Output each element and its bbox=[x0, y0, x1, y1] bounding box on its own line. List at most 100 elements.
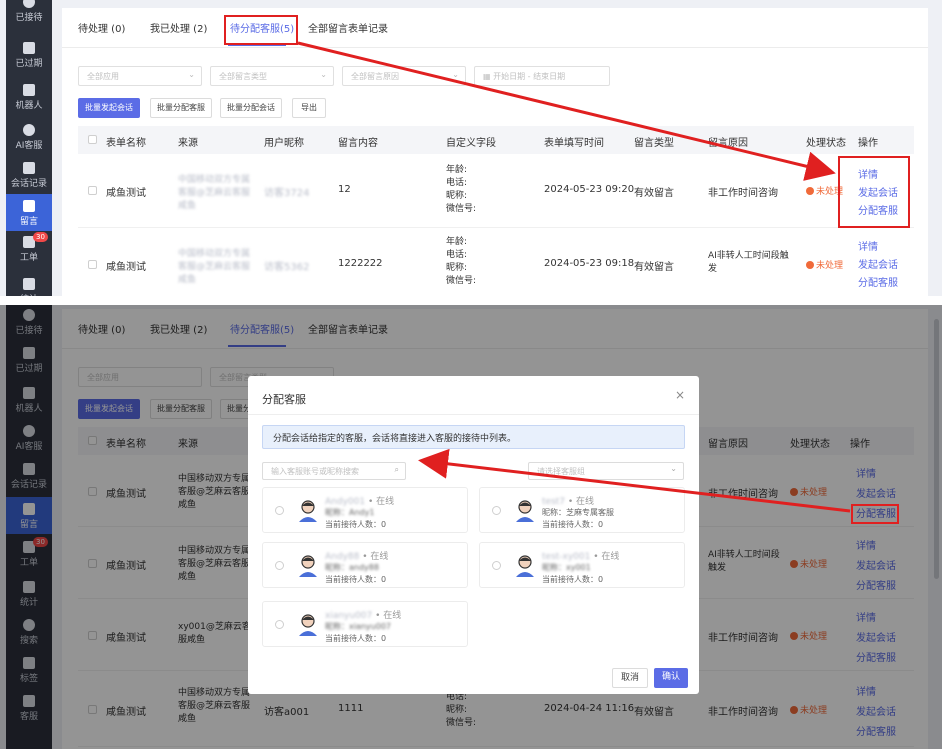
filter-reason-select[interactable]: 全部留言原因 ⌄ bbox=[342, 66, 466, 86]
table-row: 咸鱼测试 中国移动双方专属客服@芝麻云客服咸鱼 访客5362 1222222 年… bbox=[78, 228, 914, 296]
source: 中国移动双方专属客服@芝麻云客服咸鱼 bbox=[178, 249, 251, 285]
info-notice: 分配会话给指定的客服，会话将直接进入客服的接待中列表。 bbox=[262, 425, 685, 449]
cancel-button[interactable]: 取消 bbox=[612, 668, 648, 688]
agent-radio[interactable] bbox=[275, 620, 284, 629]
search-icon: ⌕ bbox=[394, 465, 399, 474]
sidebar-item-ticket[interactable]: 30 工单 bbox=[6, 232, 52, 263]
tab-all-records[interactable]: 全部留言表单记录 bbox=[308, 20, 388, 35]
alert-icon bbox=[806, 261, 814, 269]
agent-radio[interactable] bbox=[275, 506, 284, 515]
detail-link[interactable]: 详情 bbox=[858, 238, 878, 253]
submit-time: 2024-05-23 09:20 bbox=[544, 184, 635, 195]
detail-link[interactable]: 详情 bbox=[858, 166, 878, 181]
filter-app-select[interactable]: 全部应用 ⌄ bbox=[78, 66, 202, 86]
export-button[interactable]: 导出 bbox=[292, 98, 326, 118]
sidebar-item-robot[interactable]: 机器人 bbox=[6, 84, 52, 111]
sidebar-item-expired[interactable]: 已过期 bbox=[6, 42, 52, 69]
col-actions: 操作 bbox=[858, 138, 878, 149]
col-reason: 留言原因 bbox=[708, 138, 748, 149]
status-badge: 未处理 bbox=[806, 184, 843, 197]
row-checkbox[interactable] bbox=[88, 186, 97, 195]
source: 中国移动双方专属客服@芝麻云客服咸鱼 bbox=[178, 175, 251, 211]
active-tab-indicator bbox=[228, 44, 286, 46]
tab-pending[interactable]: 待处理 (0) bbox=[78, 20, 125, 35]
submit-time: 2024-05-23 09:18 bbox=[544, 258, 635, 269]
assign-agent-link[interactable]: 分配客服 bbox=[858, 202, 898, 217]
assign-agent-dialog: 分配客服 × 分配会话给指定的客服，会话将直接进入客服的接待中列表。 输入客服账… bbox=[248, 376, 699, 694]
user-nickname: 访客3724 bbox=[264, 188, 310, 199]
table-row: 咸鱼测试 中国移动双方专属客服@芝麻云客服咸鱼 访客3724 12 年龄: 电话:… bbox=[78, 154, 914, 228]
close-icon[interactable]: × bbox=[675, 388, 685, 402]
form-name: 咸鱼测试 bbox=[106, 188, 146, 199]
dialog-title: 分配客服 bbox=[262, 393, 306, 406]
agent-card[interactable]: Andy88 • 在线 昵称：andy88 当前接待人数：0 bbox=[262, 542, 468, 588]
form-name: 咸鱼测试 bbox=[106, 262, 146, 273]
assign-agent-link[interactable]: 分配客服 bbox=[858, 274, 898, 289]
agent-search-input[interactable]: 输入客服账号或昵称搜索 ⌕ bbox=[262, 462, 406, 480]
screenshot-bottom: 已接待 已过期 机器人 AI客服 会话记录 留言 30 工单 统计 搜索 标签 客… bbox=[0, 305, 942, 749]
sidebar-item-ai[interactable]: AI客服 bbox=[6, 124, 52, 151]
start-chat-link[interactable]: 发起会话 bbox=[858, 184, 898, 199]
agent-card[interactable]: Andy001 • 在线 昵称：Andy1 当前接待人数：0 bbox=[262, 487, 468, 533]
custom-fields: 年龄: 电话: 昵称: 微信号: bbox=[446, 165, 477, 214]
agent-card[interactable]: test7 • 在线 昵称：芝麻专属客服 当前接待人数：0 bbox=[479, 487, 685, 533]
alert-icon bbox=[806, 187, 814, 195]
batch-assign-agent-button[interactable]: 批量分配客服 bbox=[150, 98, 212, 118]
chevron-down-icon: ⌄ bbox=[452, 70, 459, 79]
col-source: 来源 bbox=[178, 138, 198, 149]
tab-bar: 待处理 (0) 我已处理 (2) 待分配客服(5) 全部留言表单记录 bbox=[62, 8, 928, 48]
sidebar-item-stats[interactable]: 统计 bbox=[6, 278, 52, 296]
sidebar-item-received[interactable]: 已接待 bbox=[6, 0, 52, 23]
user-nickname: 访客5362 bbox=[264, 262, 310, 273]
batch-start-chat-button[interactable]: 批量发起会话 bbox=[78, 98, 140, 118]
message-content: 12 bbox=[338, 184, 351, 195]
start-chat-link[interactable]: 发起会话 bbox=[858, 256, 898, 271]
message-type: 有效留言 bbox=[634, 188, 674, 199]
clock-icon bbox=[23, 42, 35, 54]
message-reason: AI非转人工时间段触发 bbox=[708, 251, 789, 274]
ticket-badge: 30 bbox=[33, 232, 48, 242]
sidebar: 已接待 已过期 机器人 AI客服 会话记录 留言 30工单 统计 bbox=[6, 0, 52, 296]
col-form-name: 表单名称 bbox=[106, 138, 146, 149]
calendar-icon: ▦ bbox=[483, 72, 494, 81]
col-type: 留言类型 bbox=[634, 138, 674, 149]
date-range-picker[interactable]: ▦ 开始日期 - 结束日期 bbox=[474, 66, 610, 86]
tab-processed[interactable]: 我已处理 (2) bbox=[150, 20, 207, 35]
agent-avatar-icon bbox=[299, 555, 317, 577]
chevron-down-icon: ⌄ bbox=[320, 70, 327, 79]
row-checkbox[interactable] bbox=[88, 260, 97, 269]
filter-type-select[interactable]: 全部留言类型 ⌄ bbox=[210, 66, 334, 86]
agent-avatar-icon bbox=[299, 500, 317, 522]
agent-avatar-icon bbox=[516, 555, 534, 577]
agent-card[interactable]: xianyu007 • 在线 昵称：xianyu007 当前接待人数：0 bbox=[262, 601, 468, 647]
sidebar-item-message[interactable]: 留言 bbox=[6, 194, 52, 231]
tab-unassigned[interactable]: 待分配客服(5) bbox=[230, 20, 294, 35]
batch-assign-chat-button[interactable]: 批量分配会话 bbox=[220, 98, 282, 118]
chart-icon bbox=[23, 278, 35, 290]
screenshot-top: 已接待 已过期 机器人 AI客服 会话记录 留言 30工单 统计 待处理 (0)… bbox=[0, 0, 942, 296]
agent-radio[interactable] bbox=[275, 561, 284, 570]
col-time: 表单填写时间 bbox=[544, 138, 604, 149]
divider bbox=[248, 414, 699, 415]
agent-radio[interactable] bbox=[492, 506, 501, 515]
confirm-button[interactable]: 确认 bbox=[654, 668, 688, 688]
agent-group-select[interactable]: 请选择客服组 ⌄ bbox=[528, 462, 684, 480]
col-custom-fields: 自定义字段 bbox=[446, 138, 496, 149]
agent-avatar-icon bbox=[299, 614, 317, 636]
chat-check-icon bbox=[23, 0, 35, 8]
message-icon bbox=[23, 200, 35, 212]
message-reason: 非工作时间咨询 bbox=[708, 188, 778, 199]
sidebar-item-history[interactable]: 会话记录 bbox=[6, 162, 52, 189]
status-badge: 未处理 bbox=[806, 258, 843, 271]
history-icon bbox=[23, 162, 35, 174]
agent-card[interactable]: test-xy001 • 在线 昵称：xy001 当前接待人数：0 bbox=[479, 542, 685, 588]
table-header: 表单名称 来源 用户昵称 留言内容 自定义字段 表单填写时间 留言类型 留言原因… bbox=[78, 126, 914, 154]
ai-bubble-icon bbox=[23, 124, 35, 136]
message-content: 1222222 bbox=[338, 258, 383, 269]
chevron-down-icon: ⌄ bbox=[670, 464, 677, 473]
select-all-checkbox[interactable] bbox=[88, 135, 97, 144]
robot-icon bbox=[23, 84, 35, 96]
message-type: 有效留言 bbox=[634, 262, 674, 273]
agent-radio[interactable] bbox=[492, 561, 501, 570]
col-nickname: 用户昵称 bbox=[264, 138, 304, 149]
